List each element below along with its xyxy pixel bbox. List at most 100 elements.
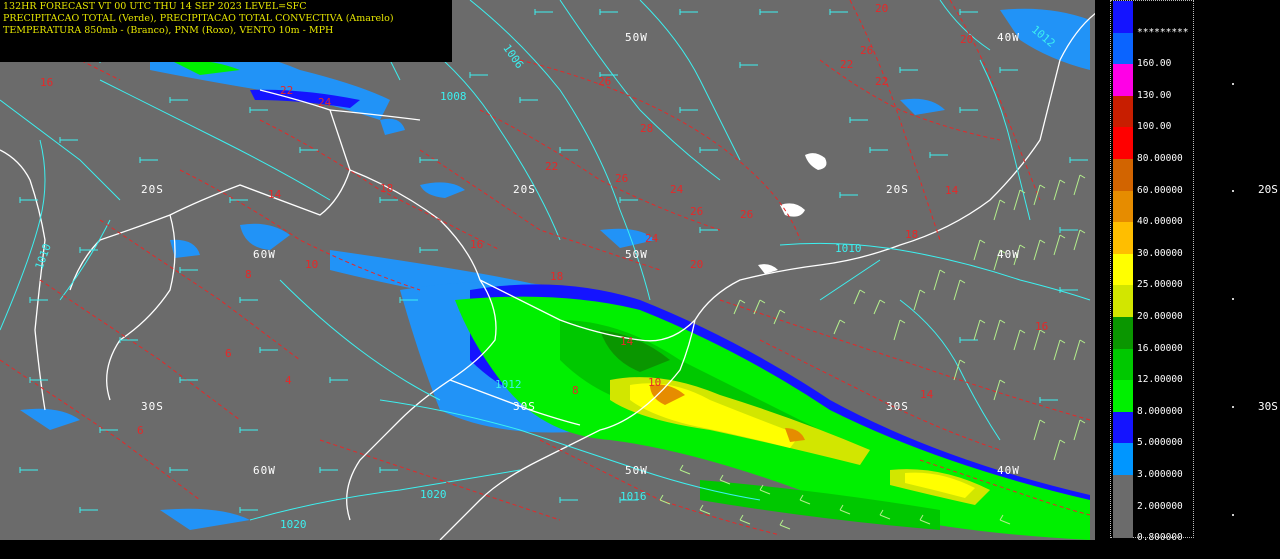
temp-label: 14: [268, 188, 282, 201]
isobar-label: 1016: [620, 490, 647, 503]
isobar-label: 1008: [440, 90, 467, 103]
temp-label: 26: [690, 205, 704, 218]
grid-dot: [1232, 514, 1234, 516]
grid-label: 50W: [625, 31, 648, 44]
grid-label: 60W: [253, 464, 276, 477]
temp-label: 8: [572, 384, 579, 397]
legend-swatch: [1113, 159, 1133, 191]
grid-label: 30S: [141, 400, 164, 413]
grid-label: 30S: [886, 400, 909, 413]
legend-row: 0.800000: [1111, 506, 1195, 543]
temp-label: 16: [1035, 320, 1049, 333]
legend-row: 8.000000: [1111, 380, 1195, 417]
legend-row: 2.000000: [1111, 475, 1195, 512]
grid-dot: [1232, 190, 1234, 192]
title-line-2: PRECIPITACAO TOTAL (Verde), PRECIPITACAO…: [3, 13, 394, 24]
legend-swatch: [1113, 253, 1133, 286]
temp-label: 26: [598, 75, 612, 88]
legend-row: 16.00000: [1111, 317, 1195, 354]
legend-swatch: [1113, 64, 1133, 96]
legend-row: 20.00000: [1111, 285, 1195, 322]
temp-label: 20: [875, 2, 889, 15]
legend-row: 25.00000: [1111, 253, 1195, 290]
temp-label: 18: [380, 182, 394, 195]
isobar-label: 1020: [420, 488, 447, 501]
legend-swatch: [1113, 317, 1133, 349]
temp-label: 26: [740, 208, 754, 221]
white-features: [758, 153, 827, 274]
title-line-1: 132HR FORECAST VT 00 UTC THU 14 SEP 2023…: [3, 1, 307, 12]
forecast-map: 1006 1008 1010 1012 1020 1020 1016 1010 …: [0, 0, 1095, 540]
legend-swatch: [1113, 380, 1133, 412]
grid-label: 40W: [997, 248, 1020, 261]
forecast-title: 132HR FORECAST VT 00 UTC THU 14 SEP 2023…: [0, 0, 452, 62]
legend-swatch: [1113, 285, 1133, 317]
isobar-label: 1020: [280, 518, 307, 531]
temp-label: 28: [640, 122, 654, 135]
temp-label: 22: [545, 160, 559, 173]
temp-label: 26: [615, 172, 629, 185]
temp-label: 22: [280, 84, 294, 97]
grid-label: 60W: [253, 248, 276, 261]
legend-swatch: [1113, 32, 1133, 65]
grid-dot: [1232, 83, 1234, 85]
legend-swatch: [1113, 127, 1133, 159]
temp-label: 10: [305, 258, 319, 271]
legend-row: 3.000000: [1111, 443, 1195, 480]
edge-lat-label: 30S: [1258, 400, 1278, 413]
legend-row: 80.00000: [1111, 127, 1195, 164]
temp-label: 6: [137, 424, 144, 437]
grid-label: 30S: [513, 400, 536, 413]
temp-label: 18: [905, 228, 919, 241]
color-legend: ********* 160.00 130.00 100.00 80.00000 60.0…: [1110, 0, 1195, 543]
legend-row: 100.00: [1111, 95, 1195, 132]
legend-swatch: [1113, 411, 1133, 444]
legend-row: 60.00000: [1111, 159, 1195, 196]
grid-label: 20S: [513, 183, 536, 196]
edge-lat-label: 20S: [1258, 183, 1278, 196]
temp-label: 16: [40, 76, 54, 89]
bottom-strip: [0, 540, 1280, 559]
temp-label: 18: [550, 270, 564, 283]
temp-label: 14: [620, 335, 634, 348]
grid-dot: [1232, 406, 1234, 408]
grid-label: 20S: [886, 183, 909, 196]
isobar-label: 1010: [835, 242, 862, 255]
legend-swatch: [1113, 95, 1133, 128]
temp-label: 6: [225, 347, 232, 360]
map-graphics: [0, 0, 1095, 540]
legend-swatch: [1113, 1, 1133, 33]
temp-label: 14: [920, 388, 934, 401]
temp-label: 8: [245, 268, 252, 281]
grid-label: 50W: [625, 248, 648, 261]
grid-dot: [1232, 298, 1234, 300]
temp-label: 24: [645, 232, 659, 245]
temp-label: 10: [648, 376, 662, 389]
grid-label: 40W: [997, 31, 1020, 44]
grid-label: 50W: [625, 464, 648, 477]
temp-label: 22: [840, 58, 854, 71]
temp-label: 24: [670, 183, 684, 196]
legend-row-top: *********: [1111, 1, 1195, 38]
legend-swatch: [1113, 443, 1133, 475]
temp-label: 24: [318, 96, 332, 109]
legend-swatch: [1113, 506, 1133, 539]
legend-swatch: [1113, 348, 1133, 381]
legend-row: 5.000000: [1111, 411, 1195, 448]
temp-label: 26: [860, 44, 874, 57]
legend-swatch: [1113, 475, 1133, 507]
temp-label: 22: [875, 75, 889, 88]
temp-label: 4: [285, 374, 292, 387]
title-line-3: TEMPERATURA 850mb - (Branco), PNM (Roxo)…: [3, 25, 334, 36]
temp-label: 14: [945, 184, 959, 197]
wind-barbs: [19, 9, 1088, 513]
temp-label: 16: [470, 238, 484, 251]
precip-dark-blue: [250, 89, 1090, 515]
grid-label: 20S: [141, 183, 164, 196]
grid-label: 40W: [997, 464, 1020, 477]
temp-label: 20: [960, 33, 974, 46]
isobars: [0, 0, 1091, 521]
temp-label: 20: [690, 258, 704, 271]
legend-row: 12.00000: [1111, 348, 1195, 385]
legend-row: 30.00000: [1111, 222, 1195, 259]
